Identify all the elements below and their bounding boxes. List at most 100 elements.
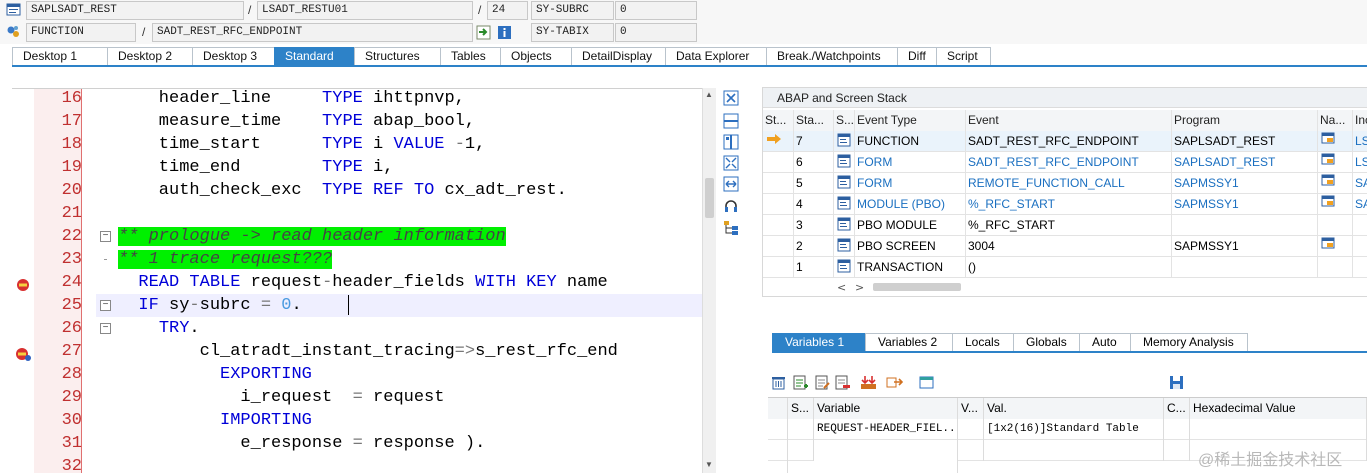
variable-name-input[interactable] — [814, 461, 958, 473]
tab-variables-2[interactable]: Variables 2 — [865, 333, 953, 351]
tab-locals[interactable]: Locals — [952, 333, 1014, 351]
stack-column-header[interactable]: Program — [1172, 110, 1318, 131]
row-selector[interactable] — [768, 461, 788, 473]
split-horizontal-icon[interactable] — [723, 113, 739, 129]
stack-row[interactable]: 7 FUNCTION SADT_REST_RFC_ENDPOINT SAPLSADT_… — [763, 131, 1367, 152]
code-line[interactable]: e_response = response ). — [96, 432, 716, 455]
event-name-field[interactable]: SADT_REST_RFC_ENDPOINT — [152, 23, 473, 42]
column-header-variable[interactable]: Variable — [814, 398, 958, 419]
tab-detaildisplay[interactable]: DetailDisplay — [571, 47, 666, 65]
code-line[interactable]: i_request = request — [96, 386, 716, 409]
variable-row[interactable]: REQUEST-HEADER_FIEL... [1x2(16)]Standard… — [768, 419, 1367, 440]
scroll-thumb[interactable] — [705, 178, 714, 218]
navigate-source-icon[interactable] — [1318, 194, 1353, 215]
stack-event[interactable]: SADT_REST_RFC_ENDPOINT — [966, 131, 1172, 152]
stack-horizontal-scrollbar[interactable]: < > — [833, 281, 963, 293]
line-field[interactable]: 24 — [487, 1, 528, 20]
source-editor[interactable]: 16 header_line TYPE ihttpnvp, 17 measure_… — [12, 88, 716, 473]
code-line[interactable]: IMPORTING — [96, 409, 716, 432]
code-line[interactable]: time_end TYPE i, — [96, 156, 716, 179]
tab-standard[interactable]: Standard — [274, 47, 355, 65]
navigate-source-icon[interactable] — [1318, 236, 1353, 257]
maximize-icon[interactable] — [723, 155, 739, 171]
code-line[interactable]: READ TABLE request-header_fields WITH KE… — [96, 271, 716, 294]
stack-column-header[interactable]: St... — [763, 110, 794, 131]
tab-memory-analysis[interactable]: Memory Analysis — [1130, 333, 1248, 351]
row-selector[interactable] — [768, 419, 788, 440]
column-header-v[interactable]: V... — [958, 398, 984, 419]
tab-desktop-2[interactable]: Desktop 2 — [107, 47, 193, 65]
tab-objects[interactable]: Objects — [500, 47, 572, 65]
code-line[interactable] — [96, 455, 716, 473]
swap-icon[interactable] — [723, 176, 739, 192]
variable-name-input[interactable] — [814, 440, 958, 461]
code-line[interactable]: TRY. — [96, 317, 716, 340]
variable-name-field[interactable]: REQUEST-HEADER_FIEL... — [814, 419, 958, 440]
breakpoint-icon[interactable] — [14, 277, 32, 293]
tab-tables[interactable]: Tables — [440, 47, 501, 65]
tab-script[interactable]: Script — [936, 47, 991, 65]
stack-row[interactable]: 3 PBO MODULE %_RFC_START — [763, 215, 1367, 236]
stack-row[interactable]: 5 FORMREMOTE_FUNCTION_CALLSAPMSSY1 SAP — [763, 173, 1367, 194]
stack-row[interactable]: 6 FORM SADT_REST_RFC_ENDPOINT SAPLSADT_REST… — [763, 152, 1367, 173]
navigate-source-icon[interactable] — [1318, 257, 1353, 278]
tab-break-watchpoints[interactable]: Break./Watchpoints — [766, 47, 898, 65]
stack-event[interactable]: SADT_REST_RFC_ENDPOINT — [966, 152, 1172, 173]
event-type-field[interactable]: FUNCTION — [26, 23, 136, 42]
sy-subrc-value[interactable]: 0 — [615, 1, 697, 20]
insert-icon[interactable] — [792, 374, 809, 391]
tab-desktop-1[interactable]: Desktop 1 — [12, 47, 108, 65]
include-field[interactable]: LSADT_RESTU01 — [257, 1, 473, 20]
info-icon[interactable] — [497, 25, 512, 40]
fold-toggle-icon[interactable]: − — [100, 300, 111, 311]
session-breakpoint-icon[interactable] — [14, 346, 32, 362]
delete-icon[interactable] — [770, 374, 787, 391]
stack-row[interactable]: 2 PBO SCREEN 3004 SAPMSSY1 — [763, 236, 1367, 257]
tab-data-explorer[interactable]: Data Explorer — [665, 47, 767, 65]
tab-structures[interactable]: Structures — [354, 47, 441, 65]
row-selector[interactable] — [768, 440, 788, 461]
clear-icon[interactable] — [834, 374, 851, 391]
navigate-icon[interactable] — [476, 25, 491, 40]
stack-column-header[interactable]: Event — [966, 110, 1172, 131]
code-line[interactable] — [96, 202, 716, 225]
tab-globals[interactable]: Globals — [1013, 333, 1080, 351]
transfer-icon[interactable] — [886, 374, 903, 391]
sy-tabix-value[interactable]: 0 — [615, 23, 697, 42]
variable-value[interactable]: [1x2(16)]Standard Table — [984, 419, 1164, 440]
column-header-val[interactable]: Val. — [984, 398, 1164, 419]
stack-column-header[interactable]: Incl — [1353, 110, 1367, 131]
stack-event[interactable]: REMOTE_FUNCTION_CALL — [966, 173, 1172, 194]
layout-icon[interactable] — [918, 374, 935, 391]
code-line[interactable]: time_start TYPE i VALUE -1, — [96, 133, 716, 156]
stack-column-header[interactable]: Sta... — [794, 110, 834, 131]
code-line[interactable]: ** 1 trace request??? — [96, 248, 716, 271]
code-line[interactable]: ** prologue -> read header information — [96, 225, 716, 248]
stack-event[interactable]: %_RFC_START — [966, 215, 1172, 236]
stack-event[interactable]: 3004 — [966, 236, 1172, 257]
column-header-hex[interactable]: Hexadecimal Value — [1190, 398, 1367, 419]
navigate-source-icon[interactable] — [1318, 152, 1353, 173]
stack-event[interactable]: () — [966, 257, 1172, 278]
import-icon[interactable] — [860, 374, 877, 391]
code-line[interactable]: EXPORTING — [96, 363, 716, 386]
scroll-up-icon[interactable]: ▲ — [705, 90, 713, 99]
tab-diff[interactable]: Diff — [897, 47, 937, 65]
stack-column-header[interactable]: S... — [834, 110, 855, 131]
code-line[interactable]: cl_atradt_instant_tracing=>s_rest_rfc_en… — [96, 340, 716, 363]
navigate-source-icon[interactable] — [1318, 215, 1353, 236]
code-line[interactable]: IF sy-subrc = 0. — [96, 294, 716, 317]
column-header-c[interactable]: C... — [1164, 398, 1190, 419]
edit-icon[interactable] — [814, 374, 831, 391]
tab-auto[interactable]: Auto — [1079, 333, 1131, 351]
close-pane-icon[interactable] — [723, 90, 739, 106]
tab-desktop-3[interactable]: Desktop 3 — [192, 47, 275, 65]
tab-variables-1[interactable]: Variables 1 — [772, 333, 866, 351]
code-line[interactable]: measure_time TYPE abap_bool, — [96, 110, 716, 133]
column-header-s[interactable]: S... — [788, 398, 814, 419]
editor-vertical-scrollbar[interactable]: ▲ ▼ — [702, 88, 716, 473]
stack-row[interactable]: 4 MODULE (PBO)%_RFC_STARTSAPMSSY1 SAP — [763, 194, 1367, 215]
code-line[interactable]: auth_check_exc TYPE REF TO cx_adt_rest. — [96, 179, 716, 202]
stack-event[interactable]: %_RFC_START — [966, 194, 1172, 215]
stack-row[interactable]: 1 TRANSACTION() — [763, 257, 1367, 278]
